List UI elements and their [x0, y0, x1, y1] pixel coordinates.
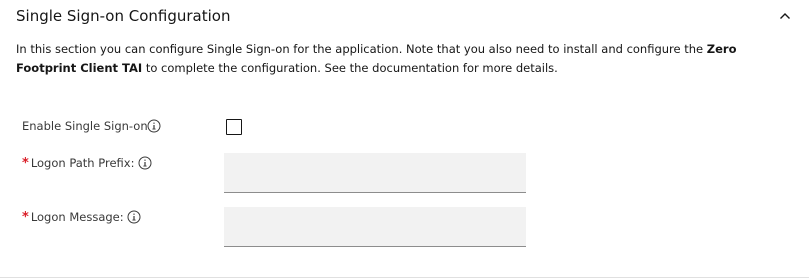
logon-path-prefix-label-group: * Logon Path Prefix: [22, 155, 134, 172]
logon-path-prefix-label: Logon Path Prefix: [30, 156, 135, 170]
logon-message-label: Logon Message: [30, 210, 124, 224]
section-title: Single Sign-on Configuration [16, 7, 231, 25]
chevron-up-icon[interactable] [778, 9, 792, 23]
logon-path-prefix-input[interactable] [224, 153, 526, 193]
required-indicator: * [22, 156, 29, 171]
logon-message-label-group: * Logon Message: [22, 209, 124, 226]
info-icon[interactable] [147, 119, 161, 133]
description-text-end: to complete the configuration. See the d… [142, 61, 558, 75]
sso-configuration-section: Single Sign-on Configuration In this sec… [0, 0, 809, 279]
section-divider [0, 277, 809, 278]
section-description: In this section you can configure Single… [16, 40, 796, 78]
enable-sso-label: Enable Single Sign-on [22, 119, 148, 133]
enable-sso-checkbox[interactable] [226, 119, 242, 135]
description-text: In this section you can configure Single… [16, 42, 707, 56]
section-header-toggle[interactable]: Single Sign-on Configuration [0, 0, 809, 34]
info-icon[interactable] [138, 156, 152, 170]
required-indicator: * [22, 210, 29, 225]
logon-message-input[interactable] [224, 207, 526, 247]
info-icon[interactable] [127, 210, 141, 224]
